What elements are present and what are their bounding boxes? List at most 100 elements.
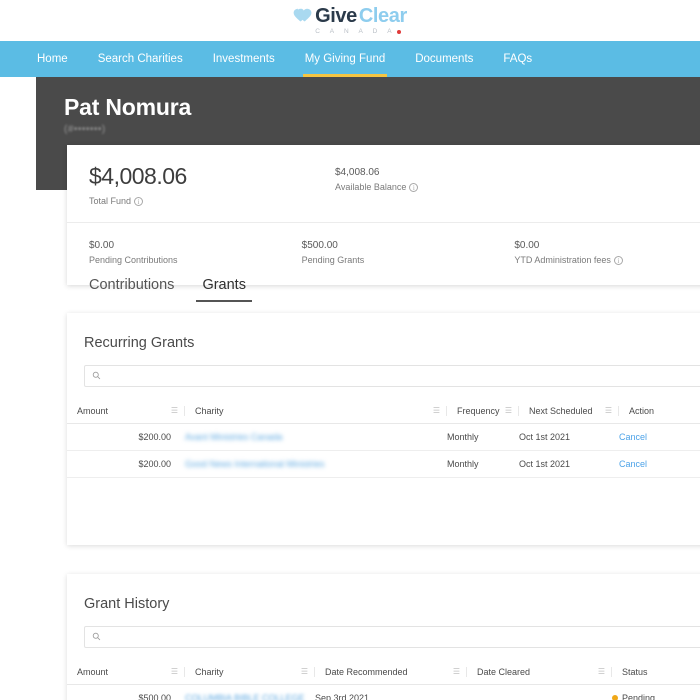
column-label-amount: Amount <box>77 406 109 416</box>
column-menu-icon[interactable]: ☰ <box>598 668 605 676</box>
table-header-row: Amount ☰ Charity ☰ Date Recommended ☰ Da… <box>67 662 700 685</box>
available-balance-label-row: Available Balance i <box>335 182 581 192</box>
column-header-charity[interactable]: Charity ☰ <box>185 662 315 685</box>
status-label: Pending <box>622 693 656 700</box>
cell-date-cleared <box>467 684 612 700</box>
cell-next-scheduled: Oct 1st 2021 <box>519 450 619 478</box>
column-menu-icon[interactable]: ☰ <box>453 668 460 676</box>
search-icon <box>92 367 101 385</box>
logo-text-give: Give <box>315 4 357 27</box>
charity-link[interactable]: COLUMBIA BIBLE COLLEGE <box>185 693 305 700</box>
column-label-charity: Charity <box>195 406 224 416</box>
cell-next-scheduled: Oct 1st 2021 <box>519 423 619 451</box>
status-dot-icon <box>612 695 618 700</box>
column-menu-icon[interactable]: ☰ <box>433 407 440 415</box>
grant-history-panel: Grant History 1 Amount <box>67 574 700 700</box>
nav-item-home[interactable]: Home <box>22 41 83 77</box>
cell-status: Pending <box>612 684 700 700</box>
table-row: $200.00 Good News International Ministri… <box>67 450 700 478</box>
info-icon[interactable]: i <box>134 196 144 206</box>
column-header-date-recommended[interactable]: Date Recommended ☰ <box>315 662 467 685</box>
column-header-next-scheduled[interactable]: Next Scheduled ☰ <box>519 401 619 424</box>
recurring-grants-table: Amount ☰ Charity ☰ Frequency ☰ Next Sche… <box>67 401 700 478</box>
cancel-link[interactable]: Cancel <box>619 459 647 469</box>
grant-history-header: Grant History 1 <box>67 596 700 612</box>
summary-ytd-admin-fees: $0.00 YTD Administration fees i <box>514 240 700 265</box>
summary-pending-grants: $500.00 Pending Grants <box>302 240 515 265</box>
column-header-date-cleared[interactable]: Date Cleared ☰ <box>467 662 612 685</box>
column-label-charity: Charity <box>195 667 224 677</box>
column-label-status: Status <box>622 667 648 677</box>
info-icon[interactable]: i <box>613 255 623 265</box>
cell-date-recommended: Sep 3rd 2021 <box>315 684 467 700</box>
grant-history-thead: Amount ☰ Charity ☰ Date Recommended ☰ Da… <box>67 662 700 685</box>
brand-logo[interactable]: Give Clear C A N A D A <box>293 6 407 36</box>
column-header-frequency[interactable]: Frequency ☰ <box>447 401 519 424</box>
column-menu-icon[interactable]: ☰ <box>505 407 512 415</box>
column-menu-icon[interactable]: ☰ <box>171 407 178 415</box>
summary-row-primary: $4,008.06 Total Fund i $4,008.06 Availab… <box>67 163 700 222</box>
logo-accent-dot <box>396 30 401 34</box>
table-header-row: Amount ☰ Charity ☰ Frequency ☰ Next Sche… <box>67 401 700 424</box>
column-label-action: Action <box>629 406 655 416</box>
logo-subtitle-row: C A N A D A <box>315 28 401 36</box>
search-icon <box>92 628 101 646</box>
nav-item-search-charities[interactable]: Search Charities <box>83 41 198 77</box>
cell-action: Cancel <box>619 423 700 451</box>
info-icon[interactable]: i <box>409 182 419 192</box>
nav-item-investments[interactable]: Investments <box>198 41 290 77</box>
account-number: (#•••••••) <box>64 124 106 135</box>
pending-contributions-value: $0.00 <box>89 240 115 251</box>
logo-wordmark-row: Give Clear <box>293 6 407 26</box>
fund-summary-card: $4,008.06 Total Fund i $4,008.06 Availab… <box>67 145 700 285</box>
status-badge: Pending <box>612 693 700 700</box>
main-navigation: Home Search Charities Investments My Giv… <box>0 41 700 77</box>
nav-item-faqs[interactable]: FAQs <box>488 41 547 77</box>
pending-grants-label-row: Pending Grants <box>302 255 515 265</box>
column-label-amount: Amount <box>77 667 109 677</box>
tab-grants[interactable]: Grants <box>188 277 260 302</box>
recurring-grants-title: Recurring Grants <box>84 335 195 351</box>
column-menu-icon[interactable]: ☰ <box>301 668 308 676</box>
column-header-amount[interactable]: Amount ☰ <box>67 401 185 424</box>
available-balance-value: $4,008.06 <box>335 167 380 178</box>
ytd-admin-fees-label: YTD Administration fees <box>514 255 611 265</box>
column-header-charity[interactable]: Charity ☰ <box>185 401 447 424</box>
charity-link[interactable]: Avant Ministries Canada <box>185 432 282 442</box>
summary-available-balance: $4,008.06 Available Balance i <box>335 163 581 206</box>
total-fund-label-row: Total Fund i <box>89 196 335 206</box>
charity-link[interactable]: Good News International Ministries <box>185 459 325 469</box>
column-menu-icon[interactable]: ☰ <box>605 407 612 415</box>
total-fund-value: $4,008.06 <box>89 163 187 189</box>
nav-item-my-giving-fund[interactable]: My Giving Fund <box>290 41 401 77</box>
cell-charity: Avant Ministries Canada <box>185 423 447 451</box>
cell-amount: $500.00 <box>67 684 185 700</box>
logo-bar: Give Clear C A N A D A <box>0 0 700 41</box>
column-label-date-recommended: Date Recommended <box>325 667 408 677</box>
nav-item-documents[interactable]: Documents <box>400 41 488 77</box>
cell-amount: $200.00 <box>67 450 185 478</box>
recurring-grants-thead: Amount ☰ Charity ☰ Frequency ☰ Next Sche… <box>67 401 700 424</box>
summary-row-secondary: $0.00 Pending Contributions $500.00 Pend… <box>67 222 700 285</box>
column-header-action[interactable]: Action <box>619 401 700 424</box>
cell-action: Cancel <box>619 450 700 478</box>
search-input[interactable] <box>106 371 700 381</box>
recurring-grants-tbody: $200.00 Avant Ministries Canada Monthly … <box>67 423 700 478</box>
grant-history-tbody: $500.00 COLUMBIA BIBLE COLLEGE Sep 3rd 2… <box>67 684 700 700</box>
tab-contributions[interactable]: Contributions <box>75 277 188 302</box>
pending-contributions-label: Pending Contributions <box>89 255 178 265</box>
grant-history-title: Grant History <box>84 596 170 612</box>
column-header-amount[interactable]: Amount ☰ <box>67 662 185 685</box>
recurring-grants-search[interactable] <box>84 365 700 387</box>
pending-grants-value: $500.00 <box>301 240 338 251</box>
column-header-status[interactable]: Status ☰ <box>612 662 700 685</box>
column-label-date-cleared: Date Cleared <box>477 667 531 677</box>
available-balance-label: Available Balance <box>335 182 407 192</box>
recurring-grants-header: Recurring Grants <box>67 335 700 351</box>
search-input[interactable] <box>106 632 700 642</box>
cancel-link[interactable]: Cancel <box>619 432 647 442</box>
column-menu-icon[interactable]: ☰ <box>171 668 178 676</box>
grant-history-search[interactable] <box>84 626 700 648</box>
column-label-next-scheduled: Next Scheduled <box>529 406 593 416</box>
cell-charity: COLUMBIA BIBLE COLLEGE <box>185 684 315 700</box>
